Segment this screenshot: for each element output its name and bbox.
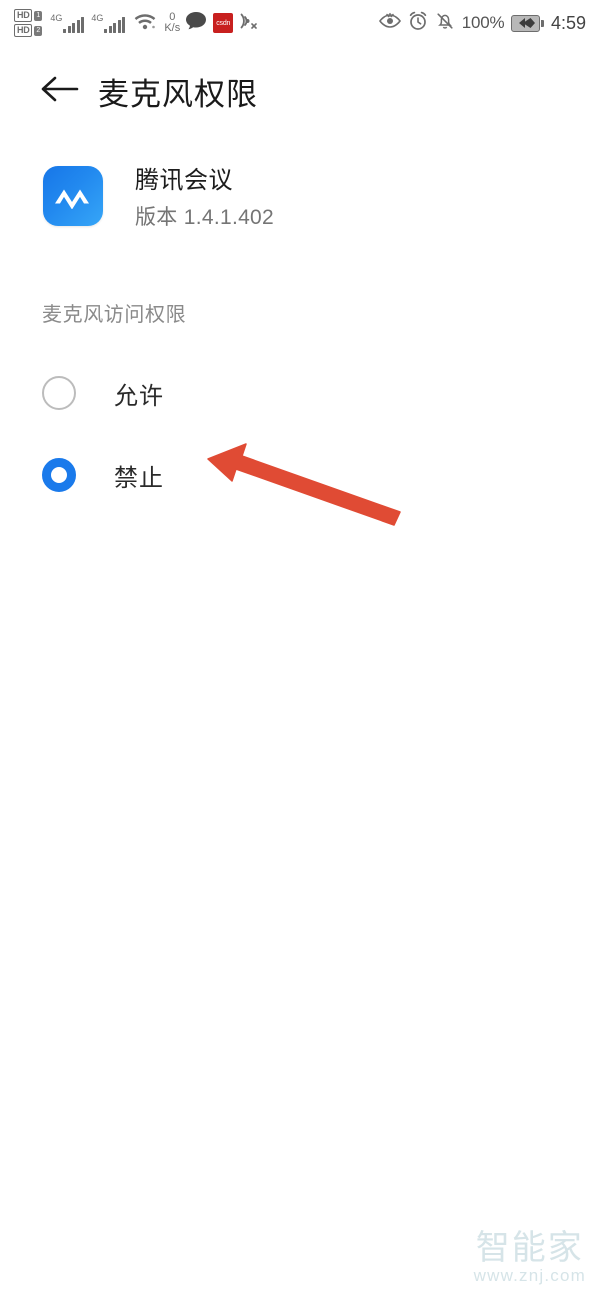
- status-bar-left-group: HD 1 HD 2 4G 4G 0 K/s csdn: [14, 9, 260, 37]
- watermark-brand: 智能家: [475, 1229, 584, 1267]
- signal-bars-icon-sim2: 4G: [91, 12, 126, 33]
- permission-section-label: 麦克风访问权限: [42, 304, 187, 326]
- signal-bars-icon: [63, 16, 85, 33]
- radio-button-unselected-icon[interactable]: [42, 376, 76, 410]
- battery-percent-label: 100%: [461, 13, 505, 32]
- wifi-icon: [133, 11, 157, 35]
- eye-comfort-icon: [378, 12, 401, 35]
- app-version: 版本 1.4.1.402: [135, 206, 275, 229]
- app-bar: 麦克风权限: [0, 58, 600, 124]
- network-gen-label: 4G: [50, 12, 63, 23]
- permission-option-label: 禁止: [114, 464, 164, 492]
- app-info-text: 腾讯会议 版本 1.4.1.402: [135, 160, 274, 231]
- radio-button-selected-icon[interactable]: [42, 458, 76, 492]
- hd-sim1-row: HD 1: [14, 9, 43, 22]
- network-speed-icon: 0 K/s: [164, 12, 180, 34]
- network-gen-label: 4G: [91, 12, 104, 23]
- back-arrow-icon: [40, 73, 80, 110]
- hd-call-icon: HD: [14, 9, 33, 22]
- message-bubble-icon: [185, 11, 207, 36]
- status-bar-right-group: 100% 4:59: [378, 11, 586, 36]
- tencent-meeting-app-icon: [43, 165, 103, 226]
- page-title: 麦克风权限: [98, 76, 258, 112]
- signal-bars-icon: [104, 16, 126, 33]
- status-bar-clock: 4:59: [550, 12, 586, 33]
- alarm-clock-icon: [408, 11, 428, 36]
- network-speed-unit: K/s: [164, 22, 181, 34]
- watermark: 智能家 www.znj.com: [474, 1230, 586, 1286]
- permission-option-list: 允许 禁止: [0, 352, 600, 516]
- app-info-row[interactable]: 腾讯会议 版本 1.4.1.402: [0, 160, 600, 231]
- battery-charging-icon: [511, 14, 544, 32]
- permission-option-label: 允许: [114, 382, 164, 410]
- sim2-icon: 2: [34, 25, 43, 36]
- nfc-off-icon: [238, 11, 260, 36]
- hd-call-icon: HD: [14, 24, 33, 37]
- bell-muted-icon: [435, 11, 455, 36]
- hd-volte-stack: HD 1 HD 2: [14, 9, 43, 37]
- permission-option-deny[interactable]: 禁止: [0, 434, 600, 516]
- watermark-url: www.znj.com: [473, 1266, 586, 1285]
- csdn-app-icon: csdn: [213, 13, 234, 33]
- permission-option-allow[interactable]: 允许: [0, 352, 600, 434]
- back-button[interactable]: [30, 61, 90, 121]
- hd-sim2-row: HD 2: [14, 24, 43, 37]
- signal-bars-icon-sim1: 4G: [50, 12, 85, 33]
- sim1-icon: 1: [34, 10, 43, 21]
- status-bar: HD 1 HD 2 4G 4G 0 K/s csdn 100% 4:59: [0, 0, 600, 46]
- app-name: 腾讯会议: [135, 167, 233, 194]
